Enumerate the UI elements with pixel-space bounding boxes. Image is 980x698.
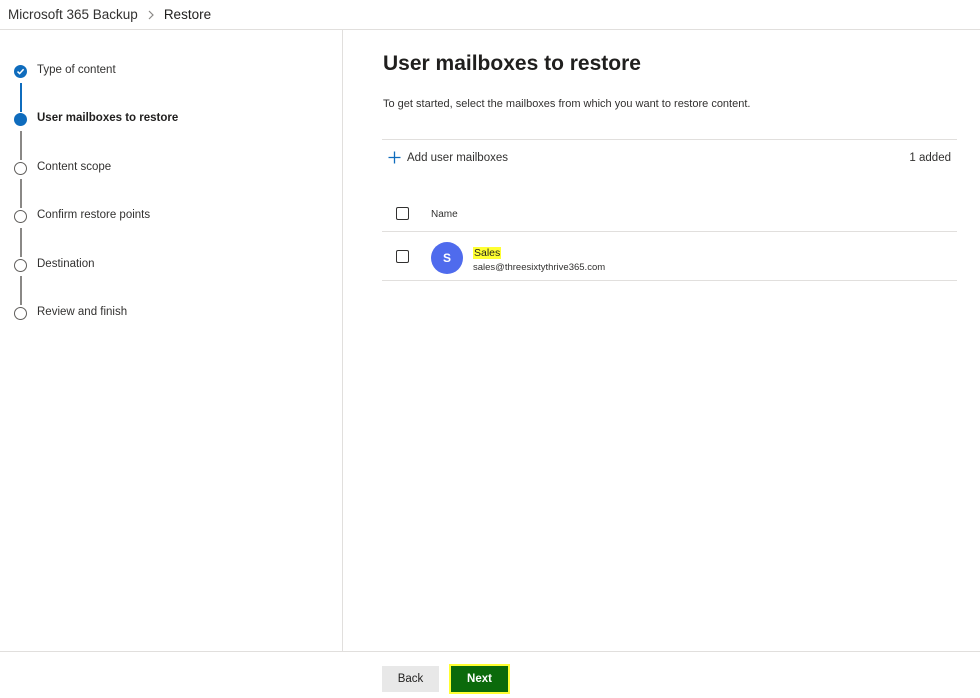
mailbox-email: sales@threesixtythrive365.com bbox=[473, 262, 606, 273]
step-label: Destination bbox=[37, 258, 95, 270]
pending-step-icon bbox=[14, 259, 27, 272]
page-title: User mailboxes to restore bbox=[383, 52, 641, 75]
step-label: Confirm restore points bbox=[37, 209, 151, 221]
avatar: S bbox=[431, 242, 463, 274]
main-panel: User mailboxes to restore To get started… bbox=[344, 30, 980, 651]
step-label: Type of content bbox=[37, 64, 116, 76]
select-all-checkbox[interactable] bbox=[396, 207, 409, 220]
plus-icon bbox=[388, 151, 401, 164]
chevron-right-icon bbox=[147, 10, 155, 20]
row-checkbox[interactable] bbox=[396, 250, 409, 263]
pending-step-icon bbox=[14, 307, 27, 320]
add-user-mailboxes-button[interactable]: Add user mailboxes bbox=[388, 151, 508, 164]
step-label: Content scope bbox=[37, 161, 112, 173]
current-step-icon bbox=[14, 113, 27, 126]
page-description: To get started, select the mailboxes fro… bbox=[383, 98, 751, 110]
step-connector bbox=[20, 179, 22, 208]
pending-step-icon bbox=[14, 162, 27, 175]
step-confirm-restore-points[interactable]: Confirm restore points bbox=[0, 207, 330, 227]
step-user-mailboxes[interactable]: User mailboxes to restore bbox=[0, 110, 330, 130]
back-button[interactable]: Back bbox=[382, 666, 439, 692]
step-connector bbox=[20, 228, 22, 257]
next-button[interactable]: Next bbox=[451, 666, 508, 692]
wizard-footer: Back Next bbox=[0, 651, 980, 698]
added-count: 1 added bbox=[909, 152, 951, 164]
pending-step-icon bbox=[14, 210, 27, 223]
restore-wizard: Microsoft 365 Backup Restore Type of con… bbox=[0, 0, 980, 698]
breadcrumb-parent-link[interactable]: Microsoft 365 Backup bbox=[8, 7, 138, 22]
step-destination[interactable]: Destination bbox=[0, 256, 330, 276]
breadcrumb: Microsoft 365 Backup Restore bbox=[0, 0, 980, 30]
column-header-name[interactable]: Name bbox=[431, 209, 458, 220]
breadcrumb-current: Restore bbox=[163, 7, 212, 22]
mailbox-name: Sales bbox=[473, 247, 502, 259]
checkmark-icon bbox=[14, 65, 27, 78]
highlighted-mailbox-name: Sales bbox=[473, 247, 502, 259]
step-label: User mailboxes to restore bbox=[37, 112, 179, 124]
table-header-row: Name bbox=[382, 194, 957, 232]
mailbox-table: Name S Sales sales@threesixtythrive365.c… bbox=[382, 194, 957, 281]
step-content-scope[interactable]: Content scope bbox=[0, 159, 330, 179]
step-connector bbox=[20, 131, 22, 160]
wizard-stepper: Type of content User mailboxes to restor… bbox=[0, 30, 343, 651]
step-review-and-finish[interactable]: Review and finish bbox=[0, 304, 330, 324]
step-connector bbox=[20, 276, 22, 305]
step-connector bbox=[20, 83, 22, 112]
next-button-highlight: Next bbox=[449, 664, 510, 694]
table-toolbar: Add user mailboxes 1 added bbox=[382, 139, 957, 179]
step-label: Review and finish bbox=[37, 306, 128, 318]
step-type-of-content[interactable]: Type of content bbox=[0, 62, 330, 82]
add-button-label: Add user mailboxes bbox=[407, 151, 508, 164]
table-row[interactable]: S Sales sales@threesixtythrive365.com bbox=[382, 232, 957, 281]
